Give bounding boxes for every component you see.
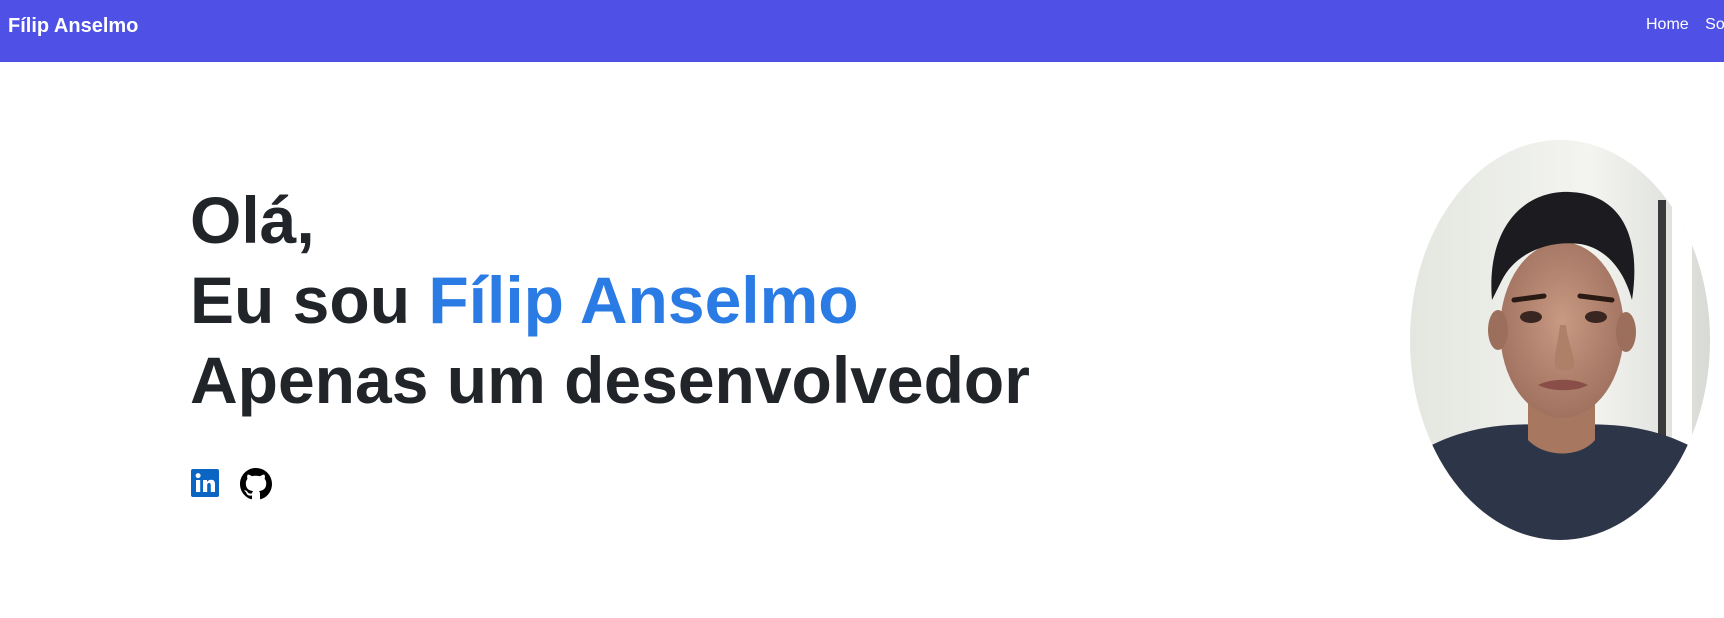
navbar: Fílip Anselmo Home Sobre	[0, 0, 1724, 62]
profile-photo	[1410, 140, 1710, 540]
github-icon	[240, 468, 272, 500]
linkedin-link[interactable]	[190, 468, 220, 498]
nav-link-sobre[interactable]: Sobre	[1705, 15, 1724, 35]
hero-intro: Eu sou Fílip Anselmo	[190, 260, 1030, 340]
linkedin-icon	[191, 469, 219, 497]
social-links	[190, 468, 290, 500]
brand-logo[interactable]: Fílip Anselmo	[8, 14, 138, 38]
profile-photo-icon	[1410, 140, 1710, 540]
github-link[interactable]	[240, 468, 272, 500]
hero-greeting: Olá,	[190, 183, 315, 257]
hero: Olá, Eu sou Fílip Anselmo Apenas um dese…	[190, 180, 1030, 420]
hero-name: Fílip Anselmo	[428, 263, 859, 337]
nav-link-home[interactable]: Home	[1646, 15, 1689, 35]
hero-intro-prefix: Eu sou	[190, 263, 429, 337]
nav-links: Home Sobre	[1646, 15, 1724, 39]
hero-tagline: Apenas um desenvolvedor	[190, 343, 1030, 417]
